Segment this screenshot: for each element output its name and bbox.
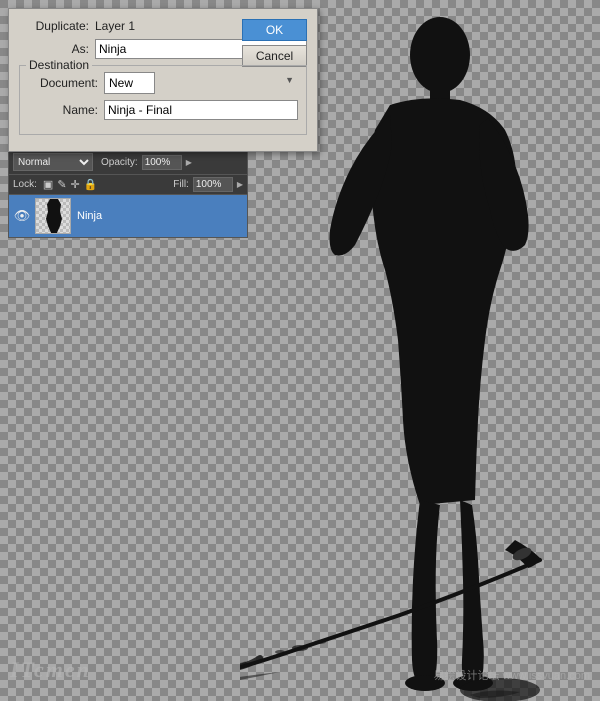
fill-label: Fill: — [173, 179, 189, 190]
name-row: Name: — [28, 100, 298, 120]
layer-visibility-icon[interactable]: 👁 — [13, 207, 31, 225]
duplicate-layer-dialog: OK Cancel Duplicate: Layer 1 As: Destina… — [8, 8, 318, 152]
layers-controls: Normal Opacity: ▶ — [9, 150, 247, 175]
opacity-label: Opacity: — [101, 157, 138, 168]
dialog-buttons: OK Cancel — [242, 19, 307, 67]
document-select-wrapper: New — [104, 72, 298, 94]
document-row: Document: New — [28, 72, 298, 94]
lock-all-icon[interactable]: 🔒 — [84, 178, 98, 191]
destination-label: Destination — [26, 58, 92, 72]
lock-position-icon[interactable]: ✎ — [57, 178, 66, 191]
cancel-button[interactable]: Cancel — [242, 45, 307, 67]
fill-arrow-icon: ▶ — [237, 180, 243, 189]
destination-group: Destination Document: New Name: — [19, 65, 307, 135]
name-label: Name: — [28, 103, 98, 117]
lock-label: Lock: — [13, 179, 37, 190]
blend-mode-select[interactable]: Normal — [13, 153, 93, 171]
lock-pixels-icon[interactable]: ▣ — [43, 178, 53, 191]
lock-move-icon[interactable]: ✛ — [71, 178, 80, 191]
watermark-right: 易绘设计论坛 www.issvuan.com — [434, 667, 590, 683]
layer-thumbnail — [35, 198, 71, 234]
opacity-input[interactable] — [142, 155, 182, 170]
name-input[interactable] — [104, 100, 298, 120]
as-label: As: — [19, 42, 89, 56]
opacity-arrow-icon: ▶ — [186, 158, 192, 167]
ninja-figure — [330, 17, 529, 691]
ok-button[interactable]: OK — [242, 19, 307, 41]
watermark-left: ITcmen — [10, 657, 91, 683]
sword — [240, 540, 540, 675]
lock-row: Lock: ▣ ✎ ✛ 🔒 Fill: ▶ — [9, 175, 247, 195]
document-label: Document: — [28, 76, 98, 90]
fill-input[interactable] — [193, 177, 233, 192]
duplicate-label: Duplicate: — [19, 19, 89, 33]
layer-ninja-item[interactable]: 👁 Ninja — [9, 195, 247, 237]
document-select[interactable]: New — [104, 72, 155, 94]
layer-name: Ninja — [77, 210, 243, 222]
